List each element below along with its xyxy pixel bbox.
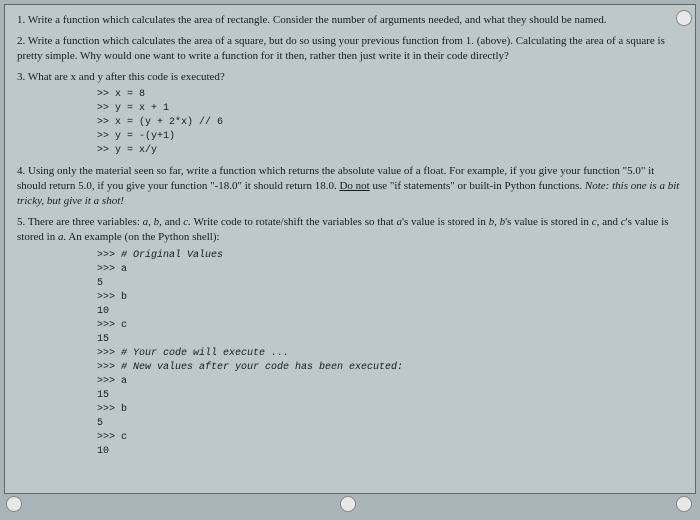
binder-hole-icon (676, 496, 692, 512)
code-line: >>> c (97, 319, 683, 333)
q5-text-2: Write code to rotate/shift the variables… (191, 216, 397, 228)
q5-va2: a. (58, 231, 66, 243)
binder-hole-icon (6, 496, 22, 512)
q5-mid: and (162, 216, 183, 228)
q4-underline: Do not (339, 180, 369, 192)
q2-number: 2. (17, 35, 25, 47)
q4-text-2: use "if statements" or built-in Python f… (370, 180, 585, 192)
code-line: >> x = 8 (97, 88, 683, 102)
code-line: 10 (97, 305, 683, 319)
code-line: >> y = -(y+1) (97, 130, 683, 144)
code-line: >>> # Your code will execute ... (97, 347, 683, 361)
code-line: >>> a (97, 375, 683, 389)
code-line: 10 (97, 445, 683, 459)
q5-number: 5. (17, 216, 25, 228)
q3-code-block: >> x = 8 >> y = x + 1 >> x = (y + 2*x) /… (97, 88, 683, 158)
q1-number: 1. (17, 14, 25, 26)
question-3: 3. What are x and y after this code is e… (17, 70, 683, 159)
q5-text-1: There are three variables: (28, 216, 143, 228)
code-line: >>> # Original Values (97, 249, 683, 263)
q2-text: Write a function which calculates the ar… (17, 35, 665, 62)
q5-p4: 's value is stored in (505, 216, 592, 228)
code-line: 5 (97, 277, 683, 291)
code-line: 15 (97, 389, 683, 403)
code-line: >> y = x/y (97, 144, 683, 158)
q5-code-block: >>> # Original Values >>> a 5 >>> b 10 >… (97, 249, 683, 459)
q5-varc: c. (183, 216, 191, 228)
question-5: 5. There are three variables: a, b, and … (17, 215, 683, 459)
code-line: >>> c (97, 431, 683, 445)
code-line: >> x = (y + 2*x) // 6 (97, 116, 683, 130)
q5-p5: and (599, 216, 620, 228)
q4-number: 4. (17, 165, 25, 177)
code-line: >> y = x + 1 (97, 102, 683, 116)
code-line: >>> b (97, 403, 683, 417)
question-2: 2. Write a function which calculates the… (17, 34, 683, 64)
binder-hole-icon (340, 496, 356, 512)
code-line: >>> b (97, 291, 683, 305)
binder-hole-icon (676, 10, 692, 26)
q3-text: What are x and y after this code is exec… (28, 71, 225, 83)
q5-p3: 's value is stored in (402, 216, 489, 228)
question-4: 4. Using only the material seen so far, … (17, 164, 683, 209)
code-line: >>> a (97, 263, 683, 277)
q5-p7: An example (on the Python shell): (66, 231, 219, 243)
code-line: 5 (97, 417, 683, 431)
code-line: >>> # New values after your code has bee… (97, 361, 683, 375)
q1-text: Write a function which calculates the ar… (28, 14, 607, 26)
q3-number: 3. (17, 71, 25, 83)
code-line: 15 (97, 333, 683, 347)
q5-vars: a, b, (143, 216, 162, 228)
worksheet-page: 1. Write a function which calculates the… (4, 4, 696, 494)
question-1: 1. Write a function which calculates the… (17, 13, 683, 28)
q5-vb: b, b (489, 216, 506, 228)
